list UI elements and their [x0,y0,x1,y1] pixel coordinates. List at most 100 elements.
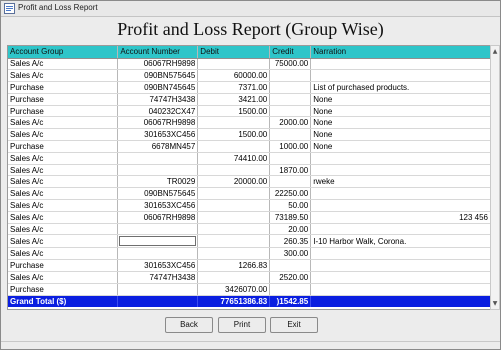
cell-credit[interactable] [269,283,312,296]
cell-account-number[interactable] [117,283,199,296]
scroll-down-icon[interactable]: ▼ [491,299,499,308]
cell-narration[interactable] [310,283,491,296]
cell-account-number[interactable]: 301653XC456 [117,199,199,212]
table-row[interactable]: Purchase 301653XC456 1266.83 [8,259,491,273]
table-row[interactable]: Sales A/c 74410.00 [8,152,491,165]
cell-account-group[interactable]: Sales A/c [8,211,119,224]
table-row[interactable]: Sales A/c 06067RH9898 2000.00 None [8,116,491,130]
cell-account-group[interactable]: Sales A/c [8,69,119,83]
cell-account-group[interactable]: Purchase [8,259,119,273]
column-header-account-number[interactable]: Account Number [117,46,199,59]
cell-narration[interactable] [310,58,491,71]
cell-narration[interactable] [310,69,491,83]
scroll-up-icon[interactable]: ▲ [491,47,499,56]
cell-debit[interactable] [197,223,271,236]
print-button[interactable]: Print [218,317,266,333]
table-row[interactable]: Sales A/c 300.00 [8,247,491,261]
table-row[interactable]: Sales A/c 06067RH9898 75000.00 [8,58,491,71]
cell-account-group[interactable]: Sales A/c [8,223,119,236]
cell-account-number[interactable]: 301653XC456 [117,259,199,273]
cell-account-group[interactable]: Sales A/c [8,187,119,201]
table-row[interactable]: Sales A/c 301653XC456 1500.00 None [8,128,491,142]
cell-account-group[interactable]: Sales A/c [8,128,119,142]
table-row[interactable]: Sales A/c 06067RH9898 73189.50 123 456 [8,211,491,224]
cell-account-number[interactable] [117,164,199,177]
cell-credit[interactable] [269,175,312,189]
cell-debit[interactable] [197,58,271,71]
cell-narration[interactable]: None [310,128,491,142]
cell-debit[interactable] [197,187,271,201]
cell-credit[interactable]: 1870.00 [269,164,312,177]
cell-account-number[interactable]: 090BN575645 [117,69,199,83]
cell-account-number[interactable]: 090BN745645 [117,81,199,94]
cell-debit[interactable]: 1266.83 [197,259,271,273]
cell-account-group[interactable]: Sales A/c [8,164,119,177]
cell-account-group[interactable]: Purchase [8,81,119,94]
table-row[interactable]: Sales A/c 1870.00 [8,164,491,177]
cell-narration[interactable] [310,271,491,284]
cell-account-number[interactable] [117,247,199,261]
column-header-account-group[interactable]: Account Group [8,46,119,59]
cell-account-number[interactable]: 06067RH9898 [117,116,199,130]
cell-debit[interactable] [197,234,271,249]
cell-account-group[interactable]: Sales A/c [8,271,119,284]
cell-credit[interactable] [269,81,312,94]
cell-narration[interactable]: None [310,116,491,130]
column-header-debit[interactable]: Debit [197,46,271,59]
cell-credit[interactable] [269,128,312,142]
cell-account-number[interactable]: 6678MN457 [117,140,199,153]
cell-credit[interactable] [269,93,312,106]
cell-narration[interactable]: rweke [310,175,491,189]
cell-debit[interactable] [197,211,271,224]
cell-credit[interactable]: 2520.00 [269,271,312,284]
cell-narration[interactable] [310,259,491,273]
cell-narration[interactable]: None [310,140,491,153]
table-row[interactable]: Sales A/c TR0029 20000.00 rweke [8,175,491,189]
cell-account-number[interactable] [117,152,199,165]
table-row[interactable]: Purchase 090BN745645 7371.00 List of purcha… [8,81,491,94]
cell-narration[interactable] [310,247,491,261]
cell-debit[interactable] [197,164,271,177]
column-header-narration[interactable]: Narration [310,46,491,59]
cell-narration[interactable]: 123 456 [310,211,491,224]
cell-debit[interactable]: 1500.00 [197,105,271,118]
table-row[interactable]: Purchase 3426070.00 [8,283,491,296]
cell-narration[interactable]: List of purchased products. [310,81,491,94]
cell-account-number[interactable]: 74747H3438 [117,271,199,284]
cell-account-group[interactable]: Sales A/c [8,116,119,130]
cell-account-group[interactable]: Sales A/c [8,58,119,71]
cell-narration[interactable] [310,164,491,177]
exit-button[interactable]: Exit [270,317,318,333]
cell-debit[interactable]: 7371.00 [197,81,271,94]
cell-debit[interactable]: 20000.00 [197,175,271,189]
cell-narration[interactable] [310,152,491,165]
cell-account-number[interactable]: 06067RH9898 [117,58,199,71]
cell-debit[interactable]: 1500.00 [197,128,271,142]
cell-account-group[interactable]: Sales A/c [8,199,119,212]
cell-debit[interactable] [197,271,271,284]
cell-debit[interactable]: 3421.00 [197,93,271,106]
cell-debit[interactable]: 3426070.00 [197,283,271,296]
cell-account-number[interactable]: 74747H3438 [117,93,199,106]
table-row[interactable]: Purchase 6678MN457 1000.00 None [8,140,491,153]
table-row[interactable]: Sales A/c 090BN575645 60000.00 [8,69,491,83]
cell-account-number[interactable]: 090BN575645 [117,187,199,201]
cell-credit[interactable] [269,105,312,118]
cell-credit[interactable]: 1000.00 [269,140,312,153]
cell-narration[interactable] [310,199,491,212]
cell-account-group[interactable]: Sales A/c [8,247,119,261]
cell-credit[interactable]: 260.35 [269,234,312,249]
cell-account-group[interactable]: Purchase [8,105,119,118]
cell-debit[interactable] [197,140,271,153]
cell-account-group[interactable]: Purchase [8,140,119,153]
cell-account-group[interactable]: Purchase [8,283,119,296]
cell-credit[interactable]: 73189.50 [269,211,312,224]
cell-debit[interactable]: 60000.00 [197,69,271,83]
vertical-scrollbar[interactable]: ▲ ▼ [490,45,500,310]
cell-narration[interactable]: None [310,105,491,118]
cell-credit[interactable]: 22250.00 [269,187,312,201]
table-row[interactable]: Sales A/c 090BN575645 22250.00 [8,187,491,201]
table-row[interactable]: Sales A/c 20.00 [8,223,491,236]
cell-narration[interactable] [310,223,491,236]
cell-account-number[interactable] [117,234,199,249]
